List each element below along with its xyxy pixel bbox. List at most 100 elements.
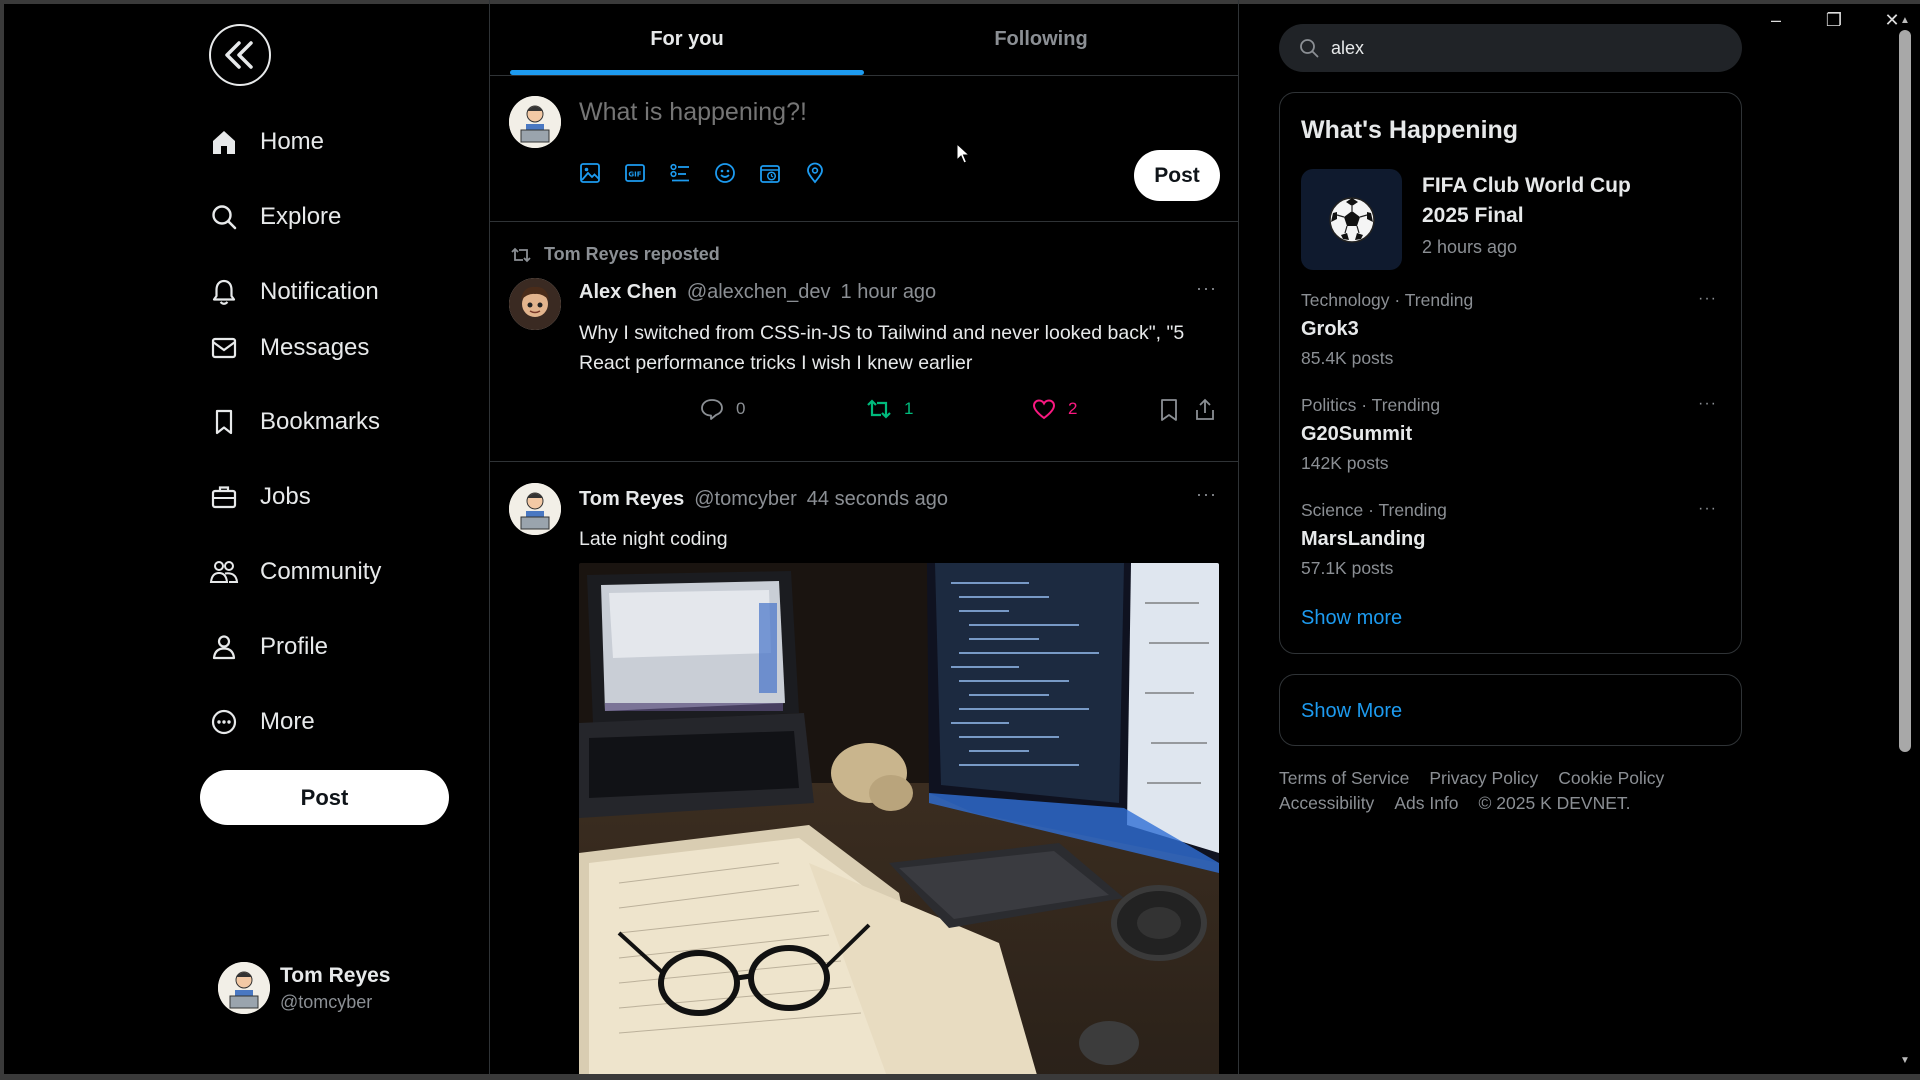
feed-tabs: For you Following — [490, 0, 1238, 76]
sidebar-item-label: Messages — [260, 334, 370, 361]
trend-item[interactable]: Technology · Trending Grok3 85.4K posts … — [1301, 290, 1721, 369]
post-author[interactable]: Tom Reyes — [579, 488, 684, 511]
search-input[interactable] — [1331, 37, 1711, 59]
show-more-link[interactable]: Show More — [1301, 700, 1402, 723]
featured-time: 2 hours ago — [1422, 237, 1518, 257]
account-switcher[interactable]: Tom Reyes @tomcyber — [218, 962, 391, 1014]
post-image[interactable] — [579, 563, 1219, 1074]
search-icon — [1299, 38, 1319, 58]
trend-count: 57.1K posts — [1301, 558, 1394, 578]
person-icon — [208, 631, 240, 663]
avatar[interactable] — [509, 278, 561, 330]
post-more-button[interactable]: ··· — [1196, 278, 1217, 299]
post-handle[interactable]: @alexchen_dev — [687, 281, 831, 304]
trend-category: Science · Trending — [1301, 500, 1447, 520]
featured-event[interactable]: FIFA Club World Cup 2025 Final 2 hours a… — [1301, 169, 1672, 270]
trend-more-button[interactable]: ··· — [1698, 500, 1717, 518]
trend-more-button[interactable]: ··· — [1698, 290, 1717, 308]
search-bar[interactable] — [1279, 24, 1742, 72]
sidebar-item-label: Profile — [260, 633, 329, 660]
trend-name: Grok3 — [1301, 318, 1359, 340]
trend-more-button[interactable]: ··· — [1698, 395, 1717, 413]
briefcase-icon — [208, 481, 240, 513]
more-circle-icon — [208, 706, 240, 738]
profile-name: Tom Reyes — [280, 963, 391, 987]
footer-link-accessibility[interactable]: Accessibility — [1279, 793, 1374, 814]
emoji-icon[interactable] — [714, 162, 736, 184]
sidebar-item-more[interactable]: More — [208, 700, 315, 744]
sidebar-item-notification[interactable]: Notification — [208, 270, 379, 314]
scrollbar-thumb[interactable] — [1899, 30, 1911, 752]
footer-links: Terms of Service Privacy Policy Cookie P… — [1279, 768, 1709, 814]
scroll-down-arrow-icon[interactable]: ▼ — [1899, 1056, 1911, 1066]
sidebar-item-label: Explore — [260, 203, 342, 230]
feed-post[interactable]: Tom Reyes reposted Alex Chen @alexchen_d… — [490, 222, 1238, 462]
footer-copyright: © 2025 K DEVNET. — [1478, 793, 1631, 813]
footer-link-cookie[interactable]: Cookie Policy — [1558, 768, 1664, 789]
right-sidebar: What's Happening — [1239, 0, 1894, 1074]
featured-title: FIFA Club World Cup 2025 Final — [1422, 174, 1631, 227]
avatar[interactable] — [509, 483, 561, 535]
sidebar-post-button[interactable]: Post — [200, 770, 449, 825]
trend-item[interactable]: Politics · Trending G20Summit 142K posts… — [1301, 395, 1721, 474]
tab-for-you[interactable]: For you — [510, 0, 864, 76]
repost-indicator: Tom Reyes reposted — [510, 244, 720, 265]
like-button[interactable]: 2 — [1032, 398, 1077, 420]
active-tab-indicator — [510, 70, 864, 75]
share-button[interactable] — [1194, 398, 1216, 422]
left-sidebar: Home Explore Notification Messages Bookm… — [0, 0, 490, 1074]
main-feed: For you Following GIF — [490, 0, 1239, 1074]
sidebar-item-label: Bookmarks — [260, 408, 381, 435]
footer-link-ads-info[interactable]: Ads Info — [1394, 793, 1458, 814]
gif-icon[interactable]: GIF — [624, 162, 646, 184]
sidebar-item-label: More — [260, 708, 315, 735]
sidebar-item-profile[interactable]: Profile — [208, 625, 328, 669]
trend-category: Technology · Trending — [1301, 290, 1474, 310]
sidebar-item-label: Community — [260, 558, 382, 585]
location-icon[interactable] — [804, 162, 826, 184]
post-author[interactable]: Alex Chen — [579, 281, 677, 304]
sidebar-item-home[interactable]: Home — [208, 120, 324, 164]
bookmark-icon — [1161, 399, 1177, 421]
mail-icon — [208, 332, 240, 364]
trend-name: G20Summit — [1301, 423, 1413, 445]
repost-button[interactable]: 1 — [866, 398, 913, 420]
tab-following[interactable]: Following — [864, 0, 1218, 76]
post-more-button[interactable]: ··· — [1196, 484, 1217, 505]
repost-icon — [510, 246, 532, 264]
sidebar-item-bookmarks[interactable]: Bookmarks — [208, 400, 380, 444]
compose-input[interactable] — [579, 98, 1079, 127]
share-icon — [1196, 398, 1214, 420]
feed-post[interactable]: Tom Reyes @tomcyber 44 seconds ago ··· L… — [490, 462, 1238, 1074]
post-actions: 0 1 2 — [490, 398, 1238, 428]
reply-button[interactable]: 0 — [700, 398, 745, 420]
scroll-up-arrow-icon[interactable]: ▲ — [1899, 16, 1911, 26]
footer-link-terms[interactable]: Terms of Service — [1279, 768, 1409, 789]
repost-by-text: Tom Reyes reposted — [544, 244, 720, 264]
post-handle[interactable]: @tomcyber — [694, 488, 797, 511]
home-icon — [208, 126, 240, 158]
like-count: 2 — [1068, 399, 1078, 418]
sidebar-item-messages[interactable]: Messages — [208, 326, 369, 370]
show-more-trends-link[interactable]: Show more — [1301, 607, 1402, 630]
composer-post-button[interactable]: Post — [1134, 150, 1220, 201]
footer-link-privacy[interactable]: Privacy Policy — [1429, 768, 1538, 789]
bookmark-button[interactable] — [1158, 398, 1180, 422]
repost-count: 1 — [904, 399, 914, 418]
poll-icon[interactable] — [669, 162, 691, 184]
collapse-sidebar-button[interactable] — [209, 24, 271, 86]
trend-item[interactable]: Science · Trending MarsLanding 57.1K pos… — [1301, 500, 1721, 579]
bookmark-icon — [208, 406, 240, 438]
schedule-icon[interactable] — [759, 162, 781, 184]
image-icon[interactable] — [579, 162, 601, 184]
search-icon — [208, 201, 240, 233]
sidebar-item-community[interactable]: Community — [208, 550, 381, 594]
post-time[interactable]: 44 seconds ago — [807, 488, 948, 511]
panel-title: What's Happening — [1301, 116, 1519, 144]
post-text: Late night coding — [579, 528, 728, 550]
page-scrollbar[interactable]: ▲ ▼ — [1894, 16, 1916, 1074]
mouse-cursor-icon — [956, 143, 970, 164]
post-time[interactable]: 1 hour ago — [841, 281, 937, 304]
sidebar-item-jobs[interactable]: Jobs — [208, 475, 311, 519]
sidebar-item-explore[interactable]: Explore — [208, 195, 341, 239]
